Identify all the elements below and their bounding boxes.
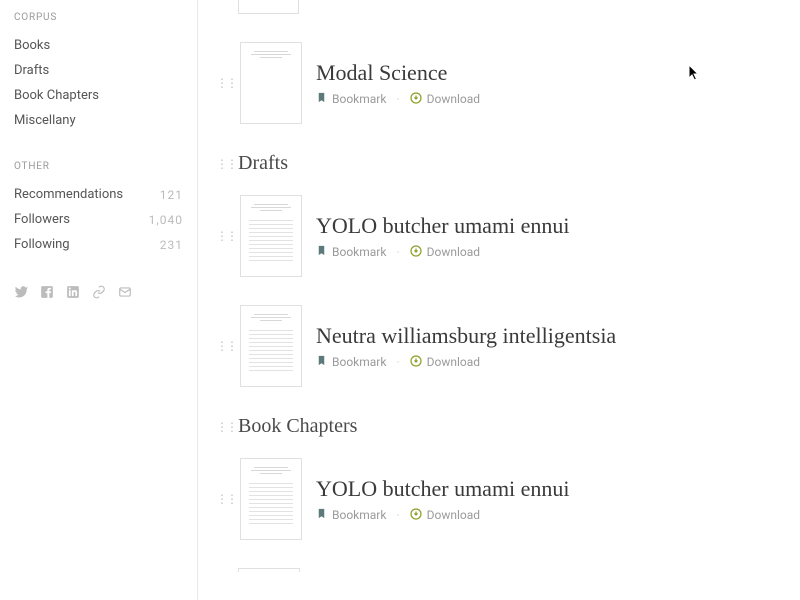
drag-handle-icon[interactable]: ⋮⋮ bbox=[216, 339, 226, 353]
bookmark-icon bbox=[316, 245, 327, 259]
sidebar-item-books[interactable]: Books bbox=[14, 33, 183, 58]
bookmark-action[interactable]: Bookmark bbox=[316, 508, 386, 522]
download-label: Download bbox=[427, 355, 480, 369]
bookmark-icon bbox=[316, 355, 327, 369]
chapters-section-head: ⋮⋮ Book Chapters bbox=[216, 415, 790, 438]
separator-dot: · bbox=[396, 355, 399, 369]
twitter-icon[interactable] bbox=[14, 285, 28, 299]
sidebar-item-following[interactable]: Following 231 bbox=[14, 232, 183, 257]
count-badge: 231 bbox=[160, 238, 183, 252]
section-title: Book Chapters bbox=[238, 415, 357, 438]
main-content: ⋮⋮ Modal Science Bookmark · Download bbox=[198, 0, 800, 600]
section-title: Drafts bbox=[238, 152, 288, 175]
bookmark-action[interactable]: Bookmark bbox=[316, 245, 386, 259]
bookmark-icon bbox=[316, 508, 327, 522]
link-icon[interactable] bbox=[92, 285, 106, 299]
item-title[interactable]: Neutra williamsburg intelligentsia bbox=[316, 323, 790, 349]
bookmark-label: Bookmark bbox=[332, 92, 386, 106]
sidebar-item-label: Book Chapters bbox=[14, 88, 99, 103]
sidebar-item-miscellany[interactable]: Miscellany bbox=[14, 108, 183, 133]
linkedin-icon[interactable] bbox=[66, 285, 80, 299]
drag-handle-icon[interactable]: ⋮⋮ bbox=[216, 420, 226, 434]
download-action[interactable]: Download bbox=[410, 355, 480, 370]
sidebar-item-drafts[interactable]: Drafts bbox=[14, 58, 183, 83]
bookmark-action[interactable]: Bookmark bbox=[316, 92, 386, 106]
sidebar-other-section: OTHER Recommendations 121 Followers 1,04… bbox=[14, 161, 183, 257]
drag-handle-icon[interactable]: ⋮⋮ bbox=[216, 76, 226, 90]
thumbnail-partial bbox=[238, 568, 300, 572]
sidebar-item-label: Drafts bbox=[14, 63, 49, 78]
sidebar-item-label: Recommendations bbox=[14, 187, 123, 202]
item-title[interactable]: Modal Science bbox=[316, 60, 790, 86]
thumbnail[interactable] bbox=[240, 458, 302, 540]
sidebar-item-recommendations[interactable]: Recommendations 121 bbox=[14, 182, 183, 207]
separator-dot: · bbox=[396, 508, 399, 522]
item-actions: Bookmark · Download bbox=[316, 245, 790, 260]
sidebar-item-label: Followers bbox=[14, 212, 70, 227]
download-action[interactable]: Download bbox=[410, 245, 480, 260]
facebook-icon[interactable] bbox=[40, 285, 54, 299]
item-row: ⋮⋮ Neutra williamsburg intelligentsia Bo… bbox=[216, 305, 790, 387]
item-row: ⋮⋮ Modal Science Bookmark · Download bbox=[216, 42, 790, 124]
download-label: Download bbox=[427, 508, 480, 522]
download-action[interactable]: Download bbox=[410, 92, 480, 107]
download-icon bbox=[410, 92, 422, 107]
download-icon bbox=[410, 355, 422, 370]
drafts-section-head: ⋮⋮ Drafts bbox=[216, 152, 790, 175]
other-heading: OTHER bbox=[14, 161, 183, 172]
social-links bbox=[14, 285, 183, 299]
corpus-heading: CORPUS bbox=[14, 12, 183, 23]
download-icon bbox=[410, 508, 422, 523]
item-title[interactable]: YOLO butcher umami ennui bbox=[316, 213, 790, 239]
download-icon bbox=[410, 245, 422, 260]
download-label: Download bbox=[427, 92, 480, 106]
drag-handle-icon[interactable]: ⋮⋮ bbox=[216, 157, 226, 171]
bookmark-action[interactable]: Bookmark bbox=[316, 355, 386, 369]
bookmark-icon bbox=[316, 92, 327, 106]
thumbnail[interactable] bbox=[240, 305, 302, 387]
bookmark-label: Bookmark bbox=[332, 245, 386, 259]
item-title[interactable]: YOLO butcher umami ennui bbox=[316, 476, 790, 502]
sidebar-corpus-section: CORPUS Books Drafts Book Chapters Miscel… bbox=[14, 12, 183, 133]
sidebar-item-book-chapters[interactable]: Book Chapters bbox=[14, 83, 183, 108]
download-label: Download bbox=[427, 245, 480, 259]
count-badge: 1,040 bbox=[149, 213, 183, 227]
sidebar-item-label: Books bbox=[14, 38, 50, 53]
separator-dot: · bbox=[396, 92, 399, 106]
item-actions: Bookmark · Download bbox=[316, 508, 790, 523]
thumbnail[interactable] bbox=[240, 42, 302, 124]
item-actions: Bookmark · Download bbox=[316, 92, 790, 107]
bookmark-label: Bookmark bbox=[332, 508, 386, 522]
sidebar-item-label: Miscellany bbox=[14, 113, 76, 128]
item-row: ⋮⋮ YOLO butcher umami ennui Bookmark · D… bbox=[216, 458, 790, 540]
thumbnail-partial bbox=[238, 0, 299, 14]
drag-handle-icon[interactable]: ⋮⋮ bbox=[216, 492, 226, 506]
thumbnail[interactable] bbox=[240, 195, 302, 277]
item-actions: Bookmark · Download bbox=[316, 355, 790, 370]
mail-icon[interactable] bbox=[118, 285, 132, 299]
sidebar-item-followers[interactable]: Followers 1,040 bbox=[14, 207, 183, 232]
sidebar: CORPUS Books Drafts Book Chapters Miscel… bbox=[0, 0, 198, 600]
download-action[interactable]: Download bbox=[410, 508, 480, 523]
count-badge: 121 bbox=[160, 188, 183, 202]
item-row: ⋮⋮ YOLO butcher umami ennui Bookmark · D… bbox=[216, 195, 790, 277]
drag-handle-icon[interactable]: ⋮⋮ bbox=[216, 229, 226, 243]
sidebar-item-label: Following bbox=[14, 237, 70, 252]
bookmark-label: Bookmark bbox=[332, 355, 386, 369]
separator-dot: · bbox=[396, 245, 399, 259]
